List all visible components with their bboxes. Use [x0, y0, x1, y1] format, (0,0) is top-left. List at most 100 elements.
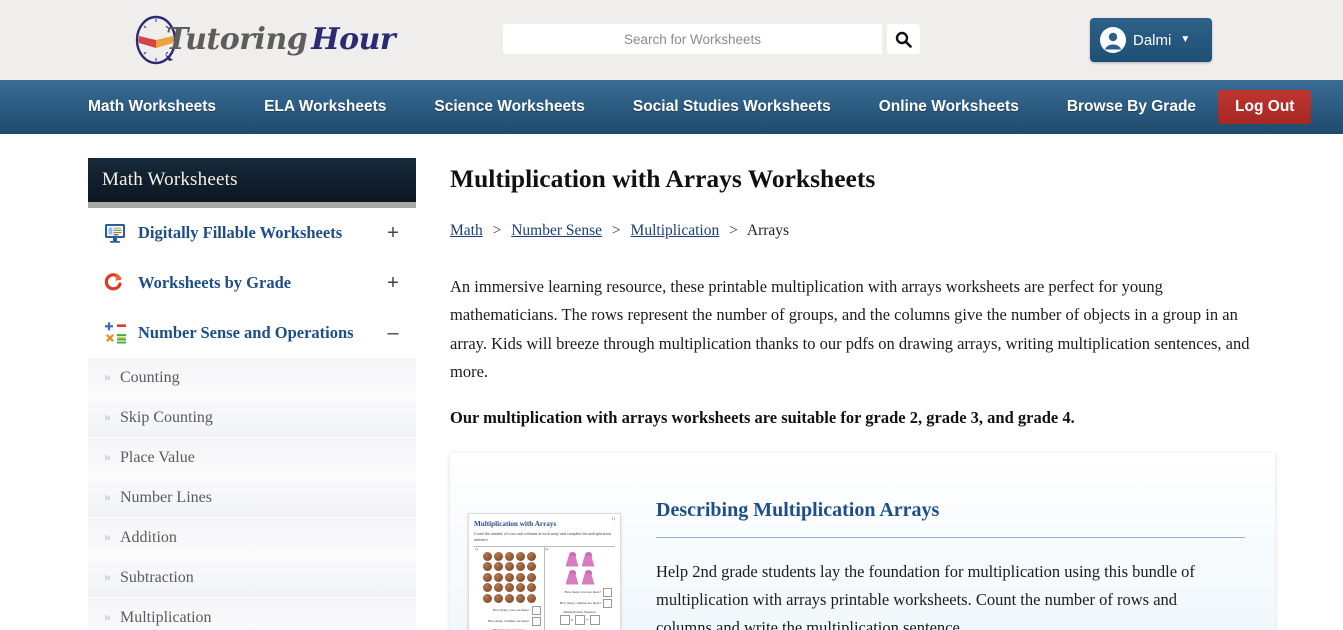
array-dot	[494, 572, 503, 582]
sidebar-category-digitally-fillable-worksheets[interactable]: Digitally Fillable Worksheets +	[88, 208, 416, 258]
intro-paragraph: An immersive learning resource, these pr…	[450, 277, 1250, 382]
array-dress	[582, 569, 595, 585]
array-dress	[566, 551, 579, 567]
array-dot	[505, 572, 514, 582]
chevron-right-icon: »	[104, 489, 111, 505]
thumbnail-cols-question-text: How many columns are there?	[488, 619, 530, 623]
thumbnail-dress-array	[566, 551, 595, 585]
logo-text: Tutoring Hour	[166, 22, 396, 57]
sidebar-category-expand-toggle[interactable]: +	[384, 273, 402, 293]
thumbnail-answer-box[interactable]	[531, 616, 541, 626]
thumbnail-answer-box[interactable]	[589, 614, 600, 625]
sidebar-subitem-addition[interactable]: » Addition	[88, 518, 416, 558]
sidebar-header: Math Worksheets	[88, 158, 416, 202]
nav-item-online-worksheets[interactable]: Online Worksheets	[879, 98, 1019, 116]
sidebar-subitem-skip-counting[interactable]: » Skip Counting	[88, 398, 416, 438]
chevron-down-icon: ▼	[1180, 34, 1191, 45]
sidebar-category-worksheets-by-grade[interactable]: Worksheets by Grade +	[88, 258, 416, 308]
array-dot	[527, 551, 536, 561]
sidebar-subitem-multiplication[interactable]: » Multiplication	[88, 598, 416, 630]
sidebar-subitem-counting[interactable]: » Counting	[88, 358, 416, 398]
nav-item-math-worksheets[interactable]: Math Worksheets	[88, 98, 216, 116]
thumbnail-page-number: 1)	[611, 515, 615, 521]
sidebar-subitem-subtraction[interactable]: » Subtraction	[88, 558, 416, 598]
array-dot	[494, 551, 503, 561]
worksheet-card-divider	[656, 536, 1245, 538]
sidebar-subitem-label: Counting	[120, 368, 180, 386]
thumbnail-answer-box[interactable]	[531, 605, 541, 615]
array-dot	[527, 593, 536, 603]
sidebar-subitem-place-value[interactable]: » Place Value	[88, 438, 416, 478]
array-dot	[516, 583, 525, 592]
array-dot	[516, 593, 525, 603]
thumbnail-answer-box[interactable]	[603, 598, 612, 608]
thumbnail-answer-box[interactable]	[559, 614, 570, 625]
array-dot	[516, 551, 525, 561]
thumbnail-problem-row-1: 1) How many rows are there? How many col…	[474, 545, 615, 630]
array-dot	[505, 593, 514, 603]
nav-item-social-studies-worksheets[interactable]: Social Studies Worksheets	[633, 98, 831, 116]
top-header: TutoringHour Dalmi ▼	[0, 0, 1343, 80]
breadcrumb-separator: >	[729, 222, 738, 239]
breadcrumb: Math > Number Sense > Multiplication > A…	[450, 222, 1275, 240]
thumbnail-times-symbol: x	[571, 617, 574, 622]
logo-text-part2: Hour	[311, 22, 396, 57]
thumbnail-equation: x =	[548, 614, 613, 625]
main-navigation: Math Worksheets ELA Worksheets Science W…	[0, 80, 1343, 134]
sidebar-category-number-sense-and-operations[interactable]: Number Sense and Operations –	[88, 308, 416, 358]
site-logo[interactable]: Tutoring Hour	[133, 13, 396, 67]
worksheet-card-description: Help 2nd grade students lay the foundati…	[656, 561, 1195, 630]
search-button[interactable]	[887, 24, 920, 54]
array-dot	[494, 593, 503, 603]
breadcrumb-current: Arrays	[746, 222, 790, 239]
breadcrumb-separator: >	[492, 222, 502, 239]
array-dot	[483, 572, 492, 582]
thumbnail-rows-question-text: How many rows are there?	[492, 608, 530, 612]
array-dot	[483, 583, 492, 592]
sidebar: Math Worksheets Digitally Fillable Works…	[88, 158, 416, 630]
array-dot	[516, 572, 525, 582]
sidebar-subitem-label: Skip Counting	[120, 408, 213, 426]
thumbnail-equals-symbol: =	[586, 617, 589, 622]
chevron-right-icon: »	[104, 449, 111, 465]
array-dot	[483, 593, 492, 603]
sidebar-subitem-label: Multiplication	[120, 608, 212, 626]
worksheet-card-title[interactable]: Describing Multiplication Arrays	[656, 499, 1245, 522]
thumbnail-cols-question: How many columns are there?	[477, 616, 541, 626]
array-dress	[582, 551, 595, 567]
array-dot	[483, 551, 492, 561]
thumbnail-problem-number: 1)	[475, 546, 478, 551]
thumbnail-title: Multiplication with Arrays	[474, 519, 557, 528]
sidebar-category-expand-toggle[interactable]: +	[384, 223, 402, 243]
user-menu-button[interactable]: Dalmi ▼	[1090, 18, 1212, 62]
breadcrumb-link-number-sense[interactable]: Number Sense	[511, 222, 602, 239]
chevron-right-icon: »	[104, 409, 111, 425]
worksheet-card[interactable]: 1) Multiplication with Arrays Count the …	[450, 452, 1275, 630]
sidebar-subitem-label: Place Value	[120, 448, 195, 466]
chevron-right-icon: »	[104, 369, 111, 385]
sidebar-category-collapse-toggle[interactable]: –	[384, 323, 402, 343]
sidebar-subitem-number-lines[interactable]: » Number Lines	[88, 478, 416, 518]
chevron-right-icon: »	[104, 529, 111, 545]
array-dot	[505, 583, 514, 592]
worksheet-thumbnail[interactable]: 1) Multiplication with Arrays Count the …	[468, 512, 621, 630]
breadcrumb-link-math[interactable]: Math	[450, 222, 483, 239]
thumbnail-rows-question: How many rows are there?	[477, 605, 541, 615]
monitor-worksheet-icon	[104, 223, 129, 243]
thumbnail-sentence-label: Multiplication Sentence	[563, 609, 597, 614]
nav-item-browse-by-grade[interactable]: Browse By Grade	[1067, 98, 1196, 116]
logout-button[interactable]: Log Out	[1218, 90, 1312, 124]
thumbnail-answer-box[interactable]	[574, 614, 585, 625]
thumbnail-answer-box[interactable]	[603, 587, 612, 597]
nav-item-ela-worksheets[interactable]: ELA Worksheets	[264, 98, 386, 116]
thumbnail-cols-question-text: How many columns are there?	[559, 601, 601, 605]
main-content: Multiplication with Arrays Worksheets Ma…	[416, 158, 1343, 630]
nav-item-science-worksheets[interactable]: Science Worksheets	[434, 98, 584, 116]
worksheet-card-body: Describing Multiplication Arrays Help 2n…	[621, 485, 1245, 630]
breadcrumb-link-multiplication[interactable]: Multiplication	[631, 222, 720, 239]
thumbnail-problem-number: 2)	[545, 546, 549, 551]
thumbnail-rows-question-text: How many rows are there?	[564, 590, 601, 594]
search-input[interactable]	[503, 24, 882, 54]
array-dot	[516, 562, 525, 571]
math-operators-icon	[104, 321, 129, 345]
